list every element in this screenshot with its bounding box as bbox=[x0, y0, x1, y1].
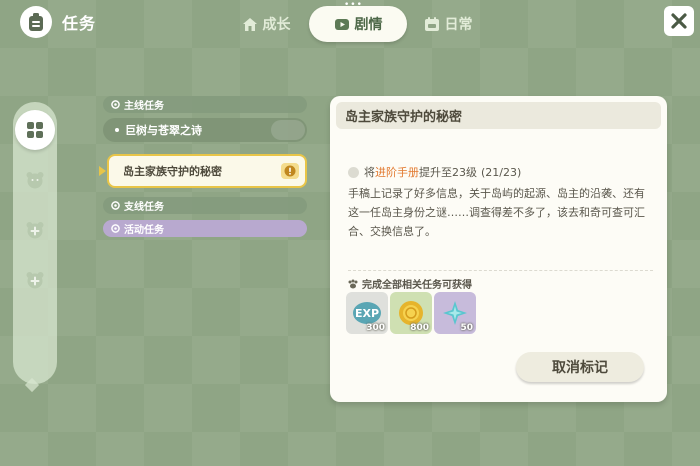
quest-item-selected[interactable]: 岛主家族守护的秘密 bbox=[99, 154, 307, 188]
tab-daily[interactable]: 日常 bbox=[418, 6, 478, 42]
plus-badge-icon bbox=[26, 222, 44, 239]
tab-bar: 成长 剧情 日常 bbox=[234, 6, 473, 42]
reward-amount: 800 bbox=[410, 323, 429, 333]
category-event[interactable]: 活动任务 bbox=[103, 220, 307, 237]
cancel-mark-button[interactable]: 取消标记 bbox=[516, 352, 644, 382]
quest-objective: 将 进阶手册 提升至23级 (21/23) bbox=[348, 164, 521, 180]
shield-icon bbox=[111, 100, 120, 109]
close-button[interactable] bbox=[664, 6, 694, 36]
rail-item-plus-2[interactable] bbox=[15, 260, 55, 300]
reward-amount: 50 bbox=[460, 323, 473, 333]
tab-growth[interactable]: 成长 bbox=[234, 6, 298, 42]
selected-arrow-icon bbox=[99, 166, 106, 176]
quest-item-label: 巨树与苍翠之诗 bbox=[125, 124, 202, 137]
bear-face-icon bbox=[26, 172, 44, 189]
shield-icon bbox=[111, 201, 120, 210]
bullet-icon bbox=[115, 128, 119, 132]
reward-coin[interactable]: 800 bbox=[390, 292, 432, 334]
house-icon bbox=[242, 17, 257, 31]
category-main[interactable]: 主线任务 bbox=[103, 96, 307, 113]
alert-icon bbox=[281, 163, 299, 179]
objective-checkbox-icon bbox=[348, 166, 359, 178]
rail-item-character[interactable] bbox=[15, 160, 55, 200]
reward-amount: 300 bbox=[366, 323, 385, 333]
objective-progress: (21/23) bbox=[481, 165, 522, 179]
header-left: 任务 bbox=[20, 6, 96, 38]
quest-detail-panel: 岛主家族守护的秘密 将 进阶手册 提升至23级 (21/23) 手稿上记录了好多… bbox=[330, 96, 667, 402]
grid-icon bbox=[27, 122, 43, 138]
page-title: 任务 bbox=[62, 14, 97, 33]
category-side-label: 支线任务 bbox=[124, 202, 164, 213]
close-icon bbox=[671, 13, 687, 29]
rewards-title: 完成全部相关任务可获得 bbox=[362, 280, 472, 291]
quest-item[interactable]: 巨树与苍翠之诗 bbox=[103, 118, 307, 142]
quest-detail-title: 岛主家族守护的秘密 bbox=[336, 102, 661, 129]
category-main-label: 主线任务 bbox=[124, 101, 164, 112]
rewards-header: 完成全部相关任务可获得 bbox=[348, 276, 472, 291]
category-event-label: 活动任务 bbox=[124, 225, 164, 236]
rail-item-all[interactable] bbox=[15, 110, 55, 150]
exp-label: EXP bbox=[355, 307, 379, 320]
objective-link[interactable]: 进阶手册 bbox=[375, 164, 419, 180]
objective-prefix: 将 bbox=[364, 166, 375, 179]
reward-star[interactable]: 50 bbox=[434, 292, 476, 334]
quest-item-label: 岛主家族守护的秘密 bbox=[123, 165, 222, 178]
rail-item-plus-1[interactable] bbox=[15, 210, 55, 250]
film-icon bbox=[334, 18, 349, 30]
quest-description: 手稿上记录了好多信息，关于岛屿的起源、岛主的沿袭、还有这一任岛主身份之谜……调查… bbox=[348, 187, 645, 238]
plus-badge-icon bbox=[26, 272, 44, 289]
tab-growth-label: 成长 bbox=[262, 17, 291, 33]
tab-story[interactable]: 剧情 bbox=[309, 6, 407, 42]
category-side[interactable]: 支线任务 bbox=[103, 197, 307, 214]
divider bbox=[348, 270, 653, 271]
tab-daily-label: 日常 bbox=[444, 17, 473, 33]
tab-story-label: 剧情 bbox=[354, 17, 383, 33]
shield-icon bbox=[111, 224, 120, 233]
reward-exp[interactable]: EXP 300 bbox=[346, 292, 388, 334]
objective-suffix: 提升至23级 bbox=[419, 166, 477, 179]
paw-icon bbox=[348, 279, 358, 288]
quest-item-decoration bbox=[271, 120, 305, 140]
calendar-icon bbox=[424, 16, 439, 31]
category-rail bbox=[13, 102, 57, 384]
quest-book-icon bbox=[20, 6, 52, 38]
